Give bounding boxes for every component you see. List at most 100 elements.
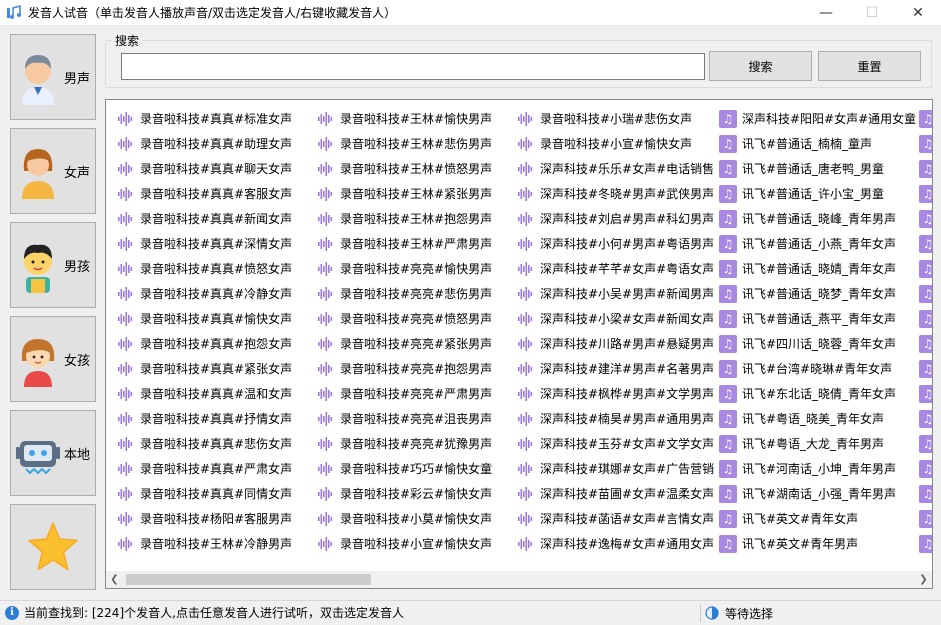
voice-item[interactable]: 深声科技#琪娜#女声#广告营销 bbox=[512, 456, 714, 481]
voice-item[interactable]: 录音啦科技#真真#新闻女声 bbox=[112, 206, 312, 231]
voice-item[interactable]: 录音啦科技#亮亮#愉快男声 bbox=[312, 256, 512, 281]
voice-item[interactable]: 录音啦科技#真真#抱怨女声 bbox=[112, 331, 312, 356]
minimize-button[interactable]: — bbox=[803, 0, 849, 26]
voice-item[interactable]: ♫ 讯飞#普通话_晓峰_青年男声 bbox=[712, 206, 912, 231]
category-favorites-button[interactable] bbox=[10, 504, 96, 590]
maximize-button[interactable]: ☐ bbox=[849, 0, 895, 26]
voice-item[interactable]: 录音啦科技#亮亮#犹豫男声 bbox=[312, 431, 512, 456]
voice-item[interactable]: 录音啦科技#亮亮#沮丧男声 bbox=[312, 406, 512, 431]
voice-item[interactable]: 录音啦科技#杨阳#客服男声 bbox=[112, 506, 312, 531]
voice-item[interactable]: ♫ bbox=[912, 156, 932, 181]
voice-item[interactable]: ♫ 讯飞#普通话_小燕_青年女声 bbox=[712, 231, 912, 256]
voice-item[interactable]: 深声科技#刘启#男声#科幻男声 bbox=[512, 206, 714, 231]
voice-item[interactable]: 录音啦科技#亮亮#悲伤男声 bbox=[312, 281, 512, 306]
voice-item[interactable]: ♫ bbox=[912, 181, 932, 206]
category-local-button[interactable]: 本地 bbox=[10, 410, 96, 496]
search-button[interactable]: 搜索 bbox=[709, 51, 812, 81]
voice-item[interactable]: ♫ bbox=[912, 531, 932, 556]
voice-item[interactable]: 录音啦科技#真真#客服女声 bbox=[112, 181, 312, 206]
category-boy-button[interactable]: 男孩 bbox=[10, 222, 96, 308]
voice-item[interactable]: 深声科技#芊芊#女声#粤语女声 bbox=[512, 256, 714, 281]
voice-item[interactable]: 深声科技#川路#男声#悬疑男声 bbox=[512, 331, 714, 356]
voice-item[interactable]: ♫ 讯飞#英文#青年女声 bbox=[712, 506, 912, 531]
voice-item[interactable]: 录音啦科技#真真#助理女声 bbox=[112, 131, 312, 156]
voice-item[interactable]: ♫ 深声科技#阳阳#女声#通用女童 bbox=[712, 106, 916, 131]
voice-item[interactable]: 录音啦科技#巧巧#愉快女童 bbox=[312, 456, 512, 481]
voice-item[interactable]: ♫ bbox=[912, 131, 932, 156]
category-female-button[interactable]: 女声 bbox=[10, 128, 96, 214]
voice-item[interactable]: 录音啦科技#小宣#愉快女声 bbox=[312, 531, 512, 556]
voice-item[interactable]: 深声科技#楠昊#男声#通用男声 bbox=[512, 406, 714, 431]
voice-item[interactable]: 录音啦科技#真真#标准女声 bbox=[112, 106, 312, 131]
search-input[interactable] bbox=[121, 53, 705, 80]
voice-item[interactable]: ♫ bbox=[912, 456, 932, 481]
voice-item[interactable]: 录音啦科技#真真#温和女声 bbox=[112, 381, 312, 406]
voice-item[interactable]: 录音啦科技#亮亮#愤怒男声 bbox=[312, 306, 512, 331]
voice-item[interactable]: 录音啦科技#真真#愤怒女声 bbox=[112, 256, 312, 281]
scroll-left-arrow-icon[interactable]: ❮ bbox=[106, 571, 123, 588]
voice-item[interactable]: ♫ bbox=[912, 381, 932, 406]
voice-item[interactable]: ♫ bbox=[912, 406, 932, 431]
voice-item[interactable]: ♫ 讯飞#东北话_晓倩_青年女声 bbox=[712, 381, 912, 406]
voice-item[interactable]: ♫ bbox=[912, 306, 932, 331]
voice-item[interactable]: 录音啦科技#王林#冷静男声 bbox=[112, 531, 312, 556]
voice-item[interactable]: ♫ bbox=[912, 206, 932, 231]
voice-item[interactable]: 录音啦科技#小瑞#悲伤女声 bbox=[512, 106, 712, 131]
voice-item[interactable]: ♫ bbox=[912, 256, 932, 281]
voice-item[interactable]: 深声科技#逸梅#女声#通用女声 bbox=[512, 531, 714, 556]
voice-item[interactable]: ♫ bbox=[912, 231, 932, 256]
reset-button[interactable]: 重置 bbox=[818, 51, 921, 81]
voice-item[interactable]: 录音啦科技#王林#愉快男声 bbox=[312, 106, 512, 131]
voice-item[interactable]: 深声科技#乐乐#女声#电话销售 bbox=[512, 156, 714, 181]
voice-item[interactable]: ♫ 讯飞#普通话_唐老鸭_男童 bbox=[712, 156, 912, 181]
voice-item[interactable]: 录音啦科技#王林#悲伤男声 bbox=[312, 131, 512, 156]
category-girl-button[interactable]: 女孩 bbox=[10, 316, 96, 402]
voice-item[interactable]: 深声科技#小梁#女声#新闻女声 bbox=[512, 306, 714, 331]
voice-item[interactable]: 深声科技#建洋#男声#名著男声 bbox=[512, 356, 714, 381]
voice-item[interactable]: 录音啦科技#真真#紧张女声 bbox=[112, 356, 312, 381]
voice-item[interactable]: 录音啦科技#彩云#愉快女声 bbox=[312, 481, 512, 506]
voice-item[interactable]: ♫ bbox=[912, 281, 932, 306]
voice-item[interactable]: ♫ bbox=[912, 431, 932, 456]
voice-item[interactable]: ♫ 讯飞#湖南话_小强_青年男声 bbox=[712, 481, 912, 506]
voice-item[interactable]: ♫ bbox=[912, 356, 932, 381]
voice-item[interactable]: ♫ 讯飞#普通话_晓梦_青年女声 bbox=[712, 281, 912, 306]
voice-item[interactable]: 深声科技#菡语#女声#言情女声 bbox=[512, 506, 714, 531]
voice-item[interactable]: ♫ 讯飞#河南话_小坤_青年男声 bbox=[712, 456, 912, 481]
voice-item[interactable]: 深声科技#苗圃#女声#温柔女声 bbox=[512, 481, 714, 506]
voice-item[interactable]: 深声科技#小何#男声#粤语男声 bbox=[512, 231, 714, 256]
voice-item[interactable]: 录音啦科技#真真#严肃女声 bbox=[112, 456, 312, 481]
horizontal-scrollbar[interactable]: ❮ ❯ bbox=[106, 571, 932, 588]
voice-item[interactable]: 录音啦科技#真真#深情女声 bbox=[112, 231, 312, 256]
voice-item[interactable]: ♫ 讯飞#普通话_燕平_青年女声 bbox=[712, 306, 912, 331]
voice-item[interactable]: ♫ bbox=[912, 506, 932, 531]
voice-item[interactable]: 录音啦科技#亮亮#严肃男声 bbox=[312, 381, 512, 406]
voice-item[interactable]: 录音啦科技#真真#悲伤女声 bbox=[112, 431, 312, 456]
voice-item[interactable]: 录音啦科技#真真#聊天女声 bbox=[112, 156, 312, 181]
voice-item[interactable]: ♫ 讯飞#四川话_晓蓉_青年女声 bbox=[712, 331, 912, 356]
voice-item[interactable]: ♫ bbox=[912, 331, 932, 356]
voice-item[interactable]: ♫ 讯飞#普通话_楠楠_童声 bbox=[712, 131, 912, 156]
voice-item[interactable]: ♫ 讯飞#英文#青年男声 bbox=[712, 531, 912, 556]
voice-item[interactable]: ♫ 讯飞#粤语_晓美_青年女声 bbox=[712, 406, 912, 431]
voice-item[interactable]: 录音啦科技#王林#抱怨男声 bbox=[312, 206, 512, 231]
voice-item[interactable]: ♫ 讯飞#粤语_大龙_青年男声 bbox=[712, 431, 912, 456]
voice-item[interactable]: ♫ bbox=[912, 481, 932, 506]
voice-item[interactable]: 录音啦科技#亮亮#紧张男声 bbox=[312, 331, 512, 356]
voice-item[interactable]: 录音啦科技#真真#冷静女声 bbox=[112, 281, 312, 306]
voice-item[interactable]: 录音啦科技#真真#同情女声 bbox=[112, 481, 312, 506]
category-male-button[interactable]: 男声 bbox=[10, 34, 96, 120]
voice-item[interactable]: 深声科技#枫桦#男声#文学男声 bbox=[512, 381, 714, 406]
scrollbar-thumb[interactable] bbox=[126, 574, 371, 585]
voice-item[interactable]: 录音啦科技#王林#严肃男声 bbox=[312, 231, 512, 256]
voice-item[interactable]: 深声科技#小吴#男声#新闻男声 bbox=[512, 281, 714, 306]
voice-item[interactable]: 录音啦科技#亮亮#抱怨男声 bbox=[312, 356, 512, 381]
voice-item[interactable]: ♫ 讯飞#普通话_晓婧_青年女声 bbox=[712, 256, 912, 281]
voice-item[interactable]: ♫ bbox=[912, 106, 932, 131]
voice-item[interactable]: 深声科技#冬晓#男声#武侠男声 bbox=[512, 181, 714, 206]
voice-item[interactable]: 录音啦科技#真真#抒情女声 bbox=[112, 406, 312, 431]
voice-item[interactable]: 深声科技#玉芬#女声#文学女声 bbox=[512, 431, 714, 456]
voice-item[interactable]: ♫ 讯飞#普通话_许小宝_男童 bbox=[712, 181, 912, 206]
voice-item[interactable]: 录音啦科技#小宣#愉快女声 bbox=[512, 131, 712, 156]
voice-item[interactable]: 录音啦科技#王林#愤怒男声 bbox=[312, 156, 512, 181]
